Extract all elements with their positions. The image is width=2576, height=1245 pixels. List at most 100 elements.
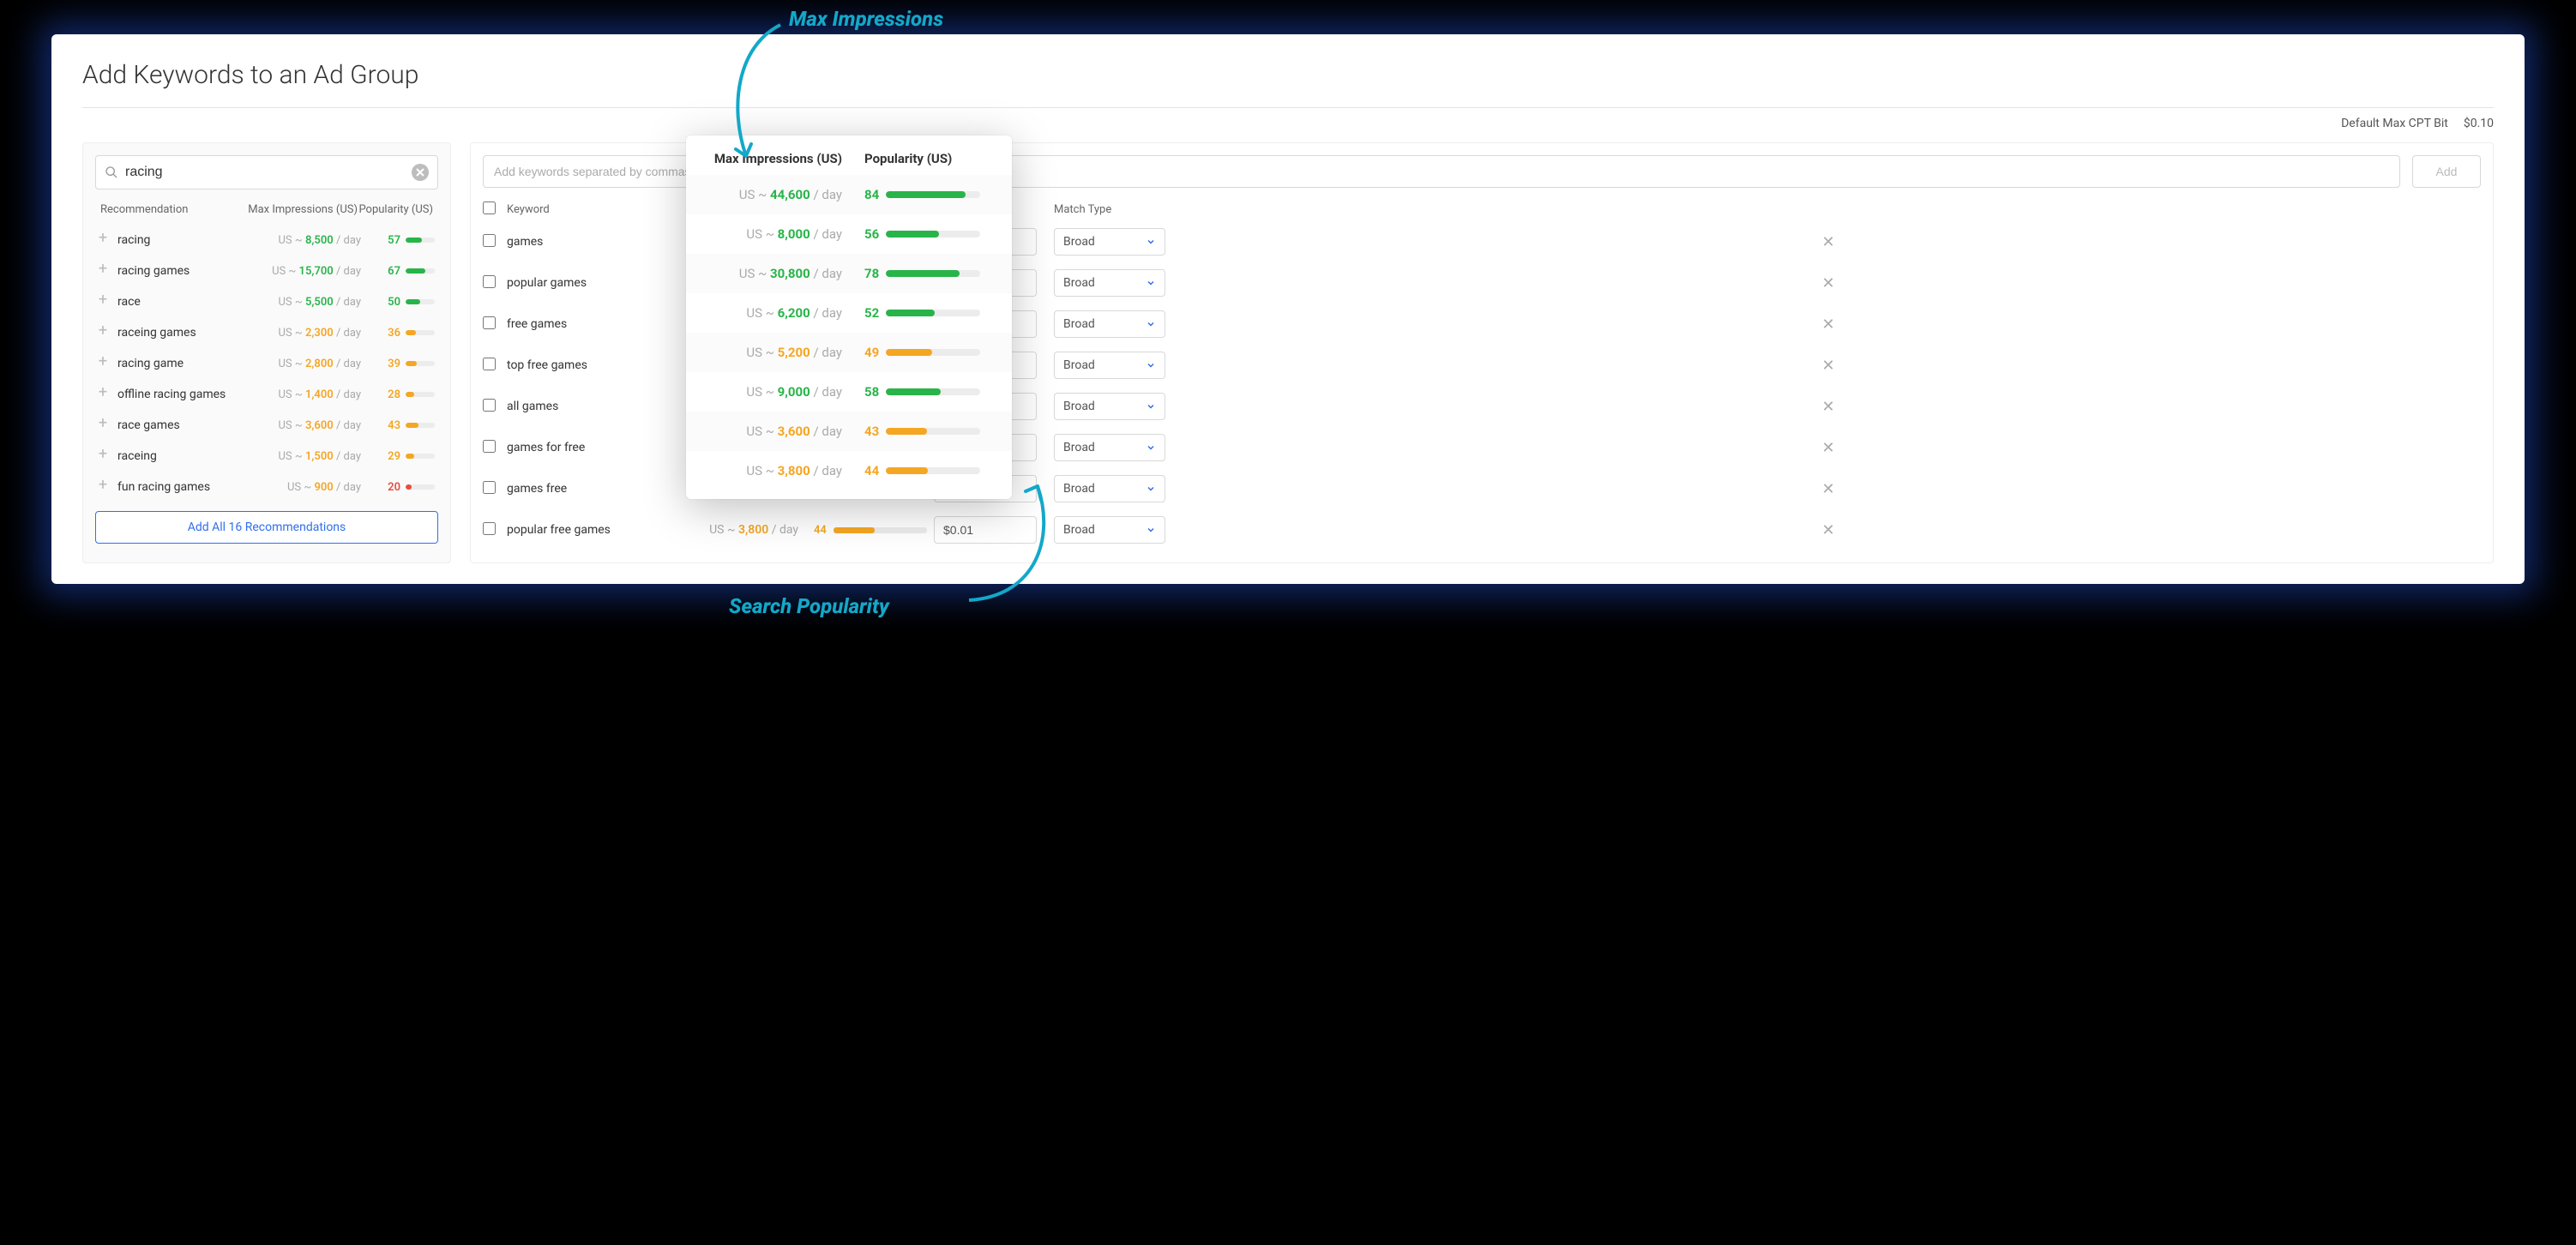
match-type-select[interactable]: Broad (1054, 352, 1165, 379)
remove-row-button[interactable]: ✕ (1821, 439, 1834, 457)
recommendation-row: +race gamesUS ~ 3,600 / day43 (95, 410, 438, 441)
popover-popularity: 44 (864, 463, 993, 478)
page-title: Add Keywords to an Ad Group (82, 60, 2494, 108)
recommendations-panel: Recommendation Max Impressions (US) Popu… (82, 142, 451, 563)
chevron-down-icon (1146, 278, 1156, 288)
remove-row-button[interactable]: ✕ (1821, 398, 1834, 416)
match-type-select[interactable]: Broad (1054, 475, 1165, 502)
row-checkbox[interactable] (483, 275, 496, 288)
match-type-select[interactable]: Broad (1054, 393, 1165, 420)
chevron-down-icon (1146, 525, 1156, 535)
keyword-cell: games (507, 235, 644, 249)
recommendation-impressions: US ~ 1,400 / day (239, 388, 361, 401)
remove-row-button[interactable]: ✕ (1821, 274, 1834, 292)
recommendation-keyword: racing (117, 233, 239, 247)
popover-header-popularity: Popularity (US) (864, 151, 993, 166)
row-checkbox[interactable] (483, 358, 496, 370)
recommendation-row: +raceing gamesUS ~ 2,300 / day36 (95, 317, 438, 348)
recommendation-popularity: 39 (361, 358, 438, 370)
metrics-popover: Max Impressions (US) Popularity (US) US … (686, 135, 1012, 499)
match-type-select[interactable]: Broad (1054, 310, 1165, 338)
popover-row: US ~ 5,200 / day49 (686, 333, 1012, 372)
recommendation-popularity: 67 (361, 265, 438, 278)
popover-row: US ~ 9,000 / day58 (705, 372, 993, 412)
col-header-keyword: Keyword (507, 203, 644, 216)
row-checkbox[interactable] (483, 399, 496, 412)
search-input[interactable] (118, 165, 412, 180)
add-recommendation-button[interactable]: + (95, 356, 111, 371)
popover-row: US ~ 3,600 / day43 (686, 412, 1012, 451)
match-type-select[interactable]: Broad (1054, 228, 1165, 256)
add-recommendation-button[interactable]: + (95, 479, 111, 495)
annotation-max-impressions: Max Impressions (789, 7, 943, 31)
max-cpt-input[interactable] (934, 516, 1037, 544)
keyword-cell: top free games (507, 358, 644, 372)
close-icon (416, 168, 424, 177)
add-recommendation-button[interactable]: + (95, 325, 111, 340)
row-checkbox[interactable] (483, 316, 496, 329)
popover-popularity: 78 (864, 266, 993, 281)
recommendation-popularity: 57 (361, 234, 438, 247)
keyword-cell: games for free (507, 441, 644, 454)
match-type-select[interactable]: Broad (1054, 434, 1165, 461)
chevron-down-icon (1146, 360, 1156, 370)
impressions-cell: US ~ 3,800 / day (644, 523, 798, 537)
recommendation-impressions: US ~ 5,500 / day (239, 296, 361, 309)
recommendation-popularity: 28 (361, 388, 438, 401)
popover-popularity: 84 (864, 187, 993, 202)
add-all-recommendations-button[interactable]: Add All 16 Recommendations (95, 511, 438, 544)
recommendation-popularity: 43 (361, 419, 438, 432)
popularity-cell: 44 (798, 524, 927, 537)
add-recommendation-button[interactable]: + (95, 232, 111, 248)
chevron-down-icon (1146, 401, 1156, 412)
add-recommendation-button[interactable]: + (95, 263, 111, 279)
recommendation-impressions: US ~ 1,500 / day (239, 450, 361, 463)
popover-popularity: 56 (864, 226, 993, 242)
row-checkbox[interactable] (483, 522, 496, 535)
recommendation-keyword: raceing (117, 449, 239, 463)
match-type-select[interactable]: Broad (1054, 269, 1165, 297)
remove-row-button[interactable]: ✕ (1821, 233, 1834, 251)
search-box[interactable] (95, 155, 438, 189)
recommendation-row: +raceUS ~ 5,500 / day50 (95, 286, 438, 317)
select-all-checkbox[interactable] (483, 201, 496, 214)
recommendation-impressions: US ~ 900 / day (239, 481, 361, 494)
row-checkbox[interactable] (483, 234, 496, 247)
chevron-down-icon (1146, 442, 1156, 453)
remove-row-button[interactable]: ✕ (1821, 316, 1834, 334)
recommendation-row: +offline racing gamesUS ~ 1,400 / day28 (95, 379, 438, 410)
recommendation-row: + racing gameUS ~ 2,800 / day39 (95, 348, 438, 379)
remove-row-button[interactable]: ✕ (1821, 357, 1834, 375)
keyword-cell: popular games (507, 276, 644, 290)
rec-header-impressions: Max Impressions (US) (229, 203, 358, 216)
clear-search-button[interactable] (412, 164, 429, 181)
recommendation-impressions: US ~ 8,500 / day (239, 234, 361, 247)
keyword-cell: all games (507, 400, 644, 413)
recommendation-impressions: US ~ 2,800 / day (239, 358, 361, 370)
recommendation-keyword: racing games (117, 264, 239, 278)
recommendation-impressions: US ~ 15,700 / day (239, 265, 361, 278)
recommendation-keyword: racing game (117, 357, 239, 370)
recommendation-popularity: 29 (361, 450, 438, 463)
popover-impressions: US ~ 3,800 / day (705, 463, 864, 478)
add-recommendation-button[interactable]: + (95, 448, 111, 464)
recommendation-popularity: 36 (361, 327, 438, 340)
popover-impressions: US ~ 44,600 / day (705, 187, 864, 202)
remove-row-button[interactable]: ✕ (1821, 480, 1834, 498)
chevron-down-icon (1146, 237, 1156, 247)
popover-header-impressions: Max Impressions (US) (705, 151, 864, 166)
rec-header-popularity: Popularity (US) (358, 203, 438, 216)
remove-row-button[interactable]: ✕ (1821, 521, 1834, 539)
popover-row: US ~ 6,200 / day52 (705, 293, 993, 333)
popover-impressions: US ~ 6,200 / day (705, 305, 864, 321)
row-checkbox[interactable] (483, 440, 496, 453)
add-recommendation-button[interactable]: + (95, 387, 111, 402)
match-type-select[interactable]: Broad (1054, 516, 1165, 544)
add-recommendation-button[interactable]: + (95, 294, 111, 310)
add-recommendation-button[interactable]: + (95, 418, 111, 433)
recommendation-keyword: race (117, 295, 239, 309)
add-button[interactable]: Add (2412, 155, 2481, 188)
recommendation-keyword: raceing games (117, 326, 239, 340)
row-checkbox[interactable] (483, 481, 496, 494)
recommendation-row: + racingUS ~ 8,500 / day57 (95, 225, 438, 256)
